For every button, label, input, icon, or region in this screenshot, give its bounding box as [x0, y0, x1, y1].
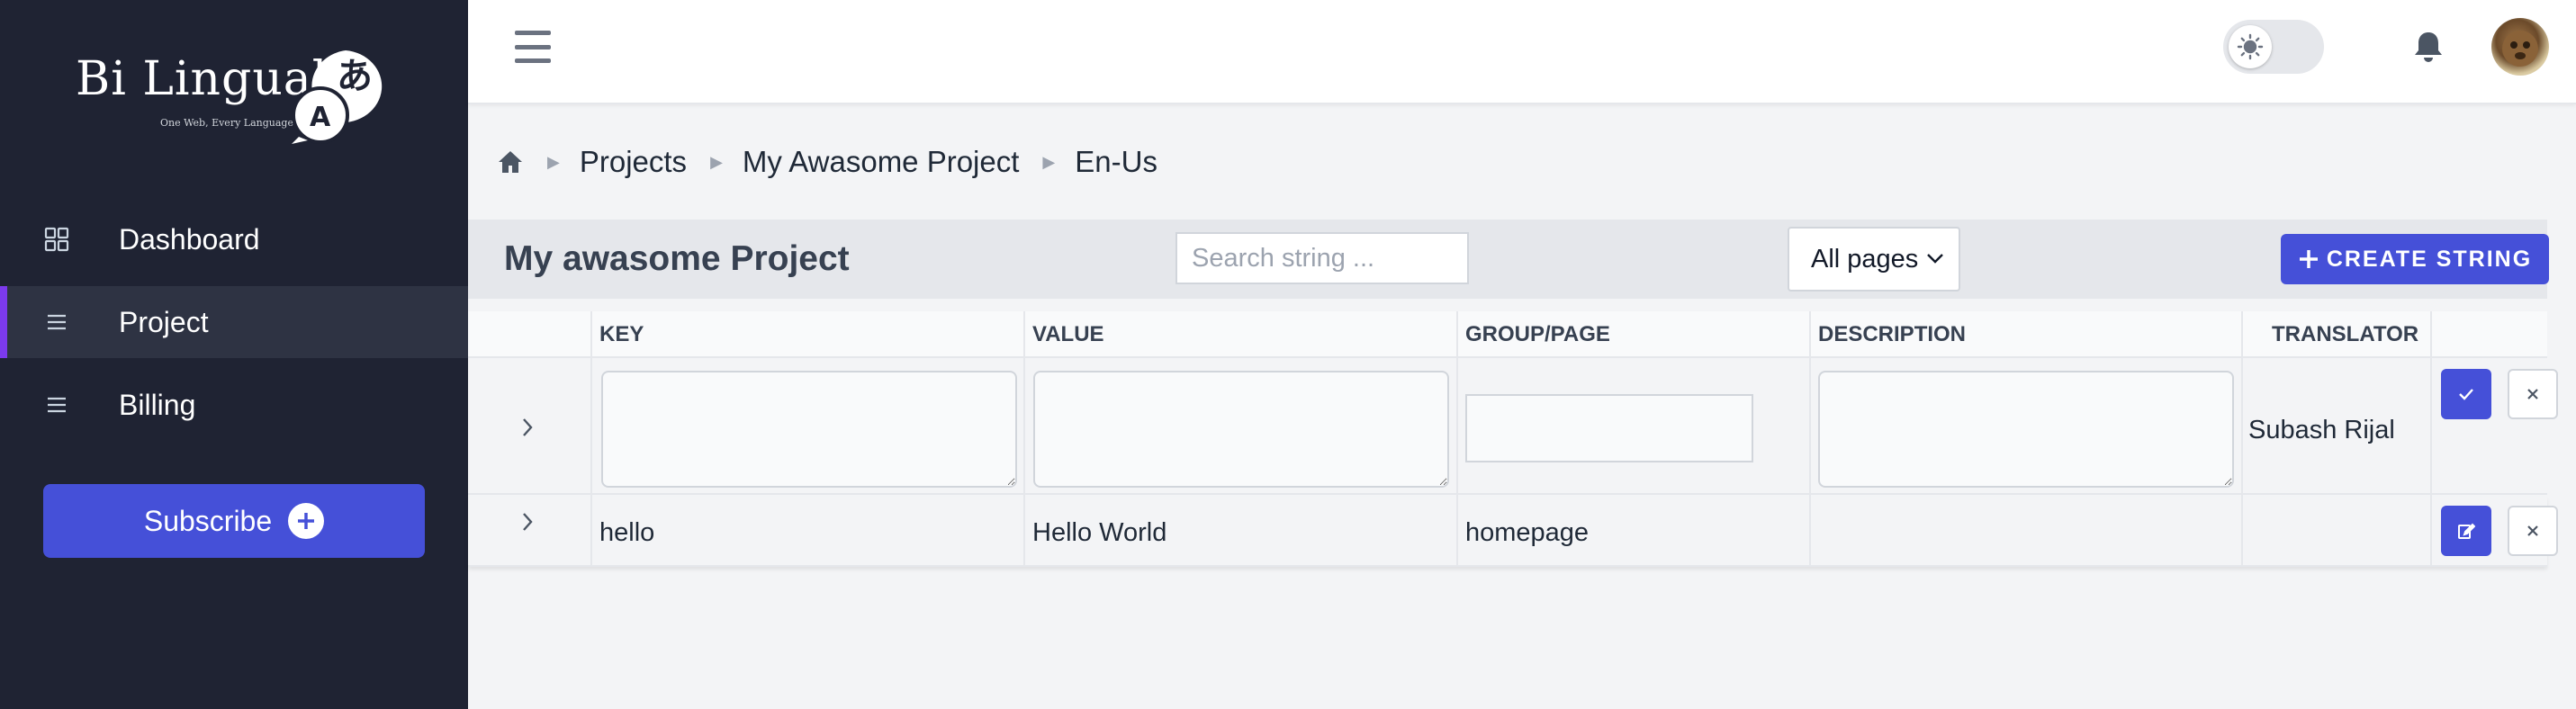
sidebar-item-project[interactable]: Project [0, 286, 468, 358]
column-header-key: KEY [599, 322, 644, 346]
sidebar-item-label: Dashboard [119, 222, 260, 256]
sun-icon [2229, 25, 2272, 68]
new-string-row: Subash Rijal [468, 360, 2558, 495]
create-string-button[interactable]: CREATE STRING [2281, 234, 2549, 284]
sidebar-item-label: Project [119, 305, 209, 338]
translate-bubbles-icon: A あ [292, 50, 383, 144]
create-string-label: CREATE STRING [2326, 246, 2533, 272]
avatar[interactable] [2491, 18, 2549, 76]
confirm-button[interactable] [2441, 369, 2491, 419]
page-title: My awasome Project [504, 239, 850, 278]
list-icon [43, 391, 70, 418]
cell-group: homepage [1465, 518, 1590, 547]
key-textarea[interactable] [601, 371, 1017, 488]
translator-name: Subash Rijal [2248, 416, 2395, 444]
chevron-right-icon[interactable] [517, 417, 538, 438]
breadcrumb: ▶ Projects ▶ My Awasome Project ▶ En-Us [497, 144, 1157, 180]
subscribe-button[interactable]: Subscribe [43, 484, 425, 558]
breadcrumb-item-projects[interactable]: Projects [580, 145, 687, 179]
column-divider [1023, 311, 1025, 567]
subscribe-label: Subscribe [143, 504, 273, 537]
breadcrumb-separator-icon: ▶ [1042, 152, 1056, 171]
value-textarea[interactable] [1033, 371, 1449, 488]
column-header-value: VALUE [1032, 322, 1104, 346]
page-filter-value: All pages [1811, 244, 1919, 274]
sidebar-item-billing[interactable]: Billing [0, 369, 468, 441]
edit-icon [2458, 523, 2475, 539]
home-icon[interactable] [497, 148, 524, 175]
bell-icon[interactable] [2410, 29, 2446, 65]
breadcrumb-item-project[interactable]: My Awasome Project [743, 145, 1020, 179]
column-header-group: GROUP/PAGE [1465, 322, 1610, 346]
search-input[interactable] [1175, 232, 1469, 284]
chevron-down-icon [1927, 254, 1943, 264]
plus-circle-icon [288, 503, 325, 539]
column-divider [1456, 311, 1458, 567]
table-row[interactable]: hello Hello World homepage [468, 497, 2558, 567]
page-filter-select[interactable]: All pages [1788, 227, 1960, 292]
column-header-description: DESCRIPTION [1818, 322, 1967, 346]
description-textarea[interactable] [1818, 371, 2234, 488]
logo-tagline: One Web, Every Language [160, 117, 293, 129]
table-header: KEY VALUE GROUP/PAGE DESCRIPTION TRANSLA… [468, 311, 2547, 358]
grid-icon [43, 226, 70, 253]
top-bar [468, 0, 2576, 104]
sidebar: Bi Lingual One Web, Every Language A あ D… [0, 0, 468, 709]
cell-key: hello [599, 518, 655, 547]
check-icon [2459, 389, 2473, 400]
list-icon [43, 309, 70, 336]
group-input[interactable] [1465, 394, 1753, 462]
app-logo[interactable]: Bi Lingual One Web, Every Language A あ [72, 45, 405, 153]
column-header-translator: TRANSLATOR [2272, 322, 2419, 346]
column-divider [2430, 311, 2432, 567]
cancel-button[interactable] [2508, 369, 2558, 419]
column-divider [590, 311, 592, 567]
theme-toggle[interactable] [2223, 20, 2324, 74]
project-header: My awasome Project All pages CREATE STRI… [468, 220, 2549, 299]
close-icon [2527, 525, 2538, 536]
sidebar-item-dashboard[interactable]: Dashboard [0, 203, 468, 275]
delete-button[interactable] [2508, 506, 2558, 556]
cell-value: Hello World [1032, 518, 1167, 547]
close-icon [2527, 389, 2538, 399]
logo-glyph-jp: あ [337, 56, 373, 97]
breadcrumb-separator-icon: ▶ [710, 152, 723, 171]
breadcrumb-separator-icon: ▶ [547, 152, 560, 171]
chevron-right-icon[interactable] [517, 511, 538, 533]
edit-button[interactable] [2441, 506, 2491, 556]
menu-icon[interactable] [515, 31, 551, 63]
sidebar-item-label: Billing [119, 388, 196, 421]
breadcrumb-item-locale[interactable]: En-Us [1075, 145, 1157, 179]
logo-glyph-a: A [310, 102, 331, 133]
column-divider [1809, 311, 1811, 567]
plus-icon [2299, 250, 2318, 268]
column-divider [2241, 311, 2243, 567]
